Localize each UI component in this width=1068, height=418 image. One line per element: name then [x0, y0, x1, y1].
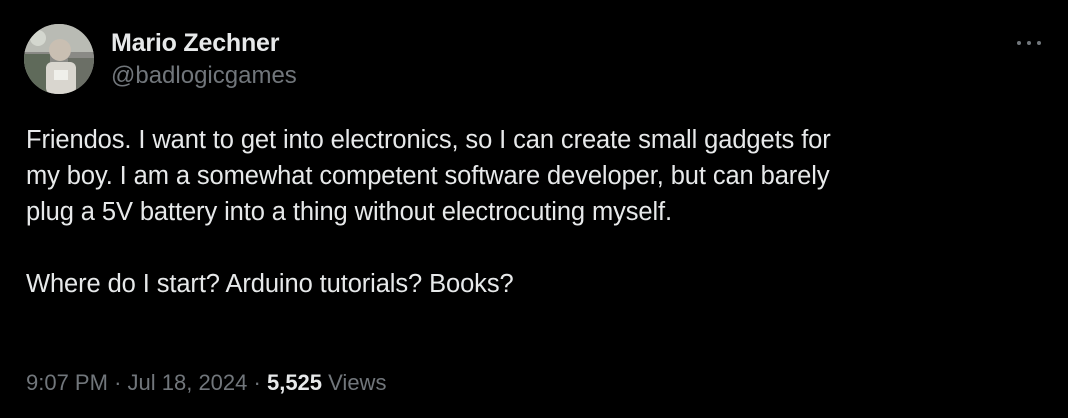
tweet-metadata: 9:07 PM · Jul 18, 2024 · 5,525 Views: [26, 365, 386, 401]
tweet-paragraph: Where do I start? Arduino tutorials? Boo…: [26, 270, 514, 298]
tweet-text: Friendos. I want to get into electronics…: [26, 122, 1036, 302]
tweet-header: Mario Zechner @badlogicgames: [24, 24, 1044, 94]
meta-separator: ·: [114, 370, 122, 395]
author-handle[interactable]: @badlogicgames: [111, 60, 297, 92]
tweet-card: Mario Zechner @badlogicgames Friendos. I…: [0, 0, 1068, 418]
author-display-name[interactable]: Mario Zechner: [111, 28, 297, 58]
avatar[interactable]: [24, 24, 94, 94]
tweet-time[interactable]: 9:07 PM: [26, 370, 108, 395]
tweet-paragraph: Friendos. I want to get into electronics…: [26, 126, 831, 226]
author-names: Mario Zechner @badlogicgames: [111, 28, 297, 92]
meta-separator: ·: [253, 370, 261, 395]
views-count: 5,525: [266, 370, 323, 395]
tweet-date[interactable]: Jul 18, 2024: [128, 370, 248, 395]
more-horizontal-icon: [1017, 41, 1021, 45]
profile-photo-icon: [24, 24, 94, 94]
views-label: Views: [328, 370, 387, 395]
more-options-button[interactable]: [1014, 36, 1044, 50]
